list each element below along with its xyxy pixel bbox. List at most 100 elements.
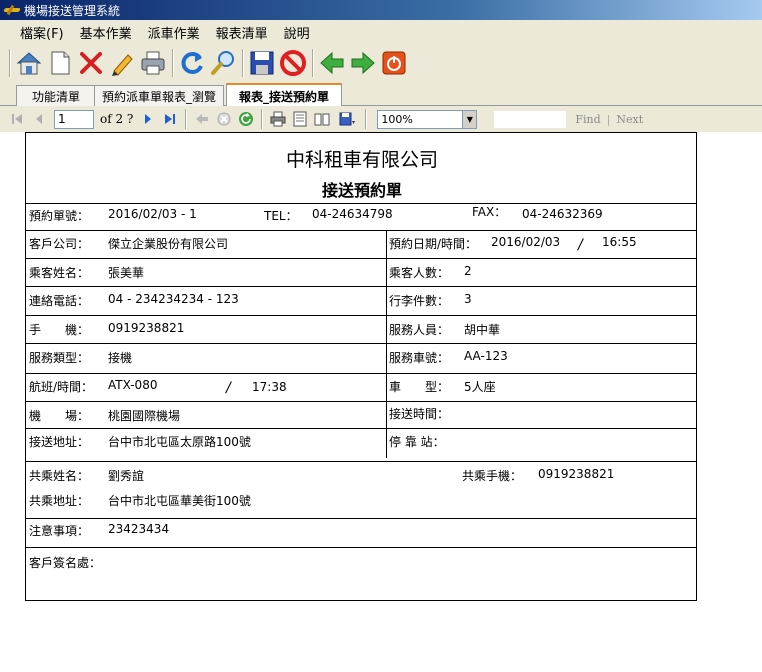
- co-passenger-name-label: 共乘姓名：: [29, 469, 90, 483]
- report-toolbar-separator: [185, 109, 188, 129]
- service-type-label: 服務類型：: [29, 351, 90, 365]
- address-value: 台中市北屯區太原路100號: [108, 435, 251, 449]
- passenger-count-label: 乘客人數：: [389, 266, 450, 280]
- print-layout-icon[interactable]: [291, 110, 309, 128]
- first-page-icon[interactable]: [8, 110, 26, 128]
- booking-datetime-label: 預約日期/時間：: [389, 237, 478, 251]
- report-rule: [26, 203, 696, 204]
- customer-value: 傑立企業股份有限公司: [108, 237, 229, 251]
- report-rule: [26, 230, 696, 231]
- refresh-report-icon[interactable]: [237, 110, 255, 128]
- next-icon[interactable]: [348, 48, 378, 78]
- zoom-select[interactable]: 100% ▼: [377, 109, 478, 129]
- chevron-down-icon[interactable]: ▼: [462, 110, 477, 128]
- cancel-icon[interactable]: [278, 48, 308, 78]
- print-report-icon[interactable]: [269, 110, 287, 128]
- tab-pickup-booking-report[interactable]: 報表_接送預約單: [226, 83, 342, 107]
- menu-dispatch[interactable]: 派車作業: [140, 23, 208, 42]
- fax-label: FAX：: [472, 205, 507, 219]
- report-rule: [26, 315, 696, 316]
- window-title-bar: 機場接送管理系統: [0, 0, 762, 20]
- last-page-icon[interactable]: [161, 110, 179, 128]
- toolbar-grip: [9, 49, 11, 77]
- menu-help[interactable]: 說明: [276, 23, 318, 42]
- page-setup-icon[interactable]: [313, 110, 331, 128]
- staff-value: 胡中華: [464, 323, 501, 337]
- address-label: 接送地址：: [29, 435, 90, 449]
- power-icon[interactable]: [379, 48, 409, 78]
- delete-icon[interactable]: [76, 48, 106, 78]
- car-no-value: AA-123: [464, 349, 508, 363]
- co-passenger-mobile-label: 共乘手機：: [462, 469, 523, 483]
- co-passenger-mobile-value: 0919238821: [538, 467, 615, 481]
- booking-report-page: 中科租車有限公司 接送預約單 預約單號： 2016/02/03 - 1 TEL：…: [25, 132, 697, 601]
- report-rule: [26, 401, 696, 402]
- phone-label: 連絡電話：: [29, 294, 90, 308]
- passenger-value: 張美華: [108, 266, 145, 280]
- report-rule: [26, 547, 696, 548]
- booking-no-label: 預約單號：: [29, 209, 90, 223]
- next-link[interactable]: Next: [616, 113, 643, 126]
- export-icon[interactable]: [335, 110, 359, 128]
- zoom-value: 100%: [381, 112, 413, 126]
- stop-icon[interactable]: [215, 110, 233, 128]
- find-link[interactable]: Find: [575, 113, 600, 126]
- tab-function-list[interactable]: 功能清單: [16, 85, 96, 106]
- previous-icon[interactable]: [317, 48, 347, 78]
- app-logo-icon: [4, 4, 20, 16]
- find-separator: |: [606, 112, 611, 126]
- flight-value: ATX-080: [108, 378, 158, 392]
- report-toolbar-separator: [261, 109, 264, 129]
- mobile-label: 手 機：: [29, 323, 90, 337]
- menu-bar: 檔案(F) 基本作業 派車作業 報表清單 說明: [0, 20, 762, 44]
- booking-time-value: 16:55: [602, 235, 637, 249]
- flight-label: 航班/時間：: [29, 380, 94, 394]
- datetime-slash: /: [578, 237, 583, 253]
- main-toolbar: [0, 44, 762, 82]
- menu-file[interactable]: 檔案(F): [12, 23, 72, 42]
- car-no-label: 服務車號：: [389, 351, 450, 365]
- previous-page-icon[interactable]: [30, 110, 48, 128]
- window-title: 機場接送管理系統: [24, 3, 121, 18]
- mobile-value: 0919238821: [108, 321, 185, 335]
- notes-value: 23423434: [108, 522, 170, 536]
- fax-value: 04-24632369: [522, 207, 603, 221]
- print-icon[interactable]: [138, 48, 168, 78]
- next-page-icon[interactable]: [139, 110, 157, 128]
- report-rule: [26, 428, 696, 429]
- report-rule: [26, 461, 696, 462]
- service-type-value: 接機: [108, 351, 133, 365]
- stop-label: 停 靠 站：: [389, 435, 445, 449]
- airport-value: 桃園國際機場: [108, 409, 181, 423]
- edit-pencil-icon[interactable]: [107, 48, 137, 78]
- staff-label: 服務人員：: [389, 323, 450, 337]
- find-input[interactable]: [493, 109, 568, 129]
- tab-strip: 功能清單 預約派車單報表_瀏覽 報表_接送預約單: [0, 82, 762, 107]
- refresh-icon[interactable]: [177, 48, 207, 78]
- notes-label: 注意事項：: [29, 524, 90, 538]
- report-rule: [26, 343, 696, 344]
- co-passenger-address-value: 台中市北屯區華美街100號: [108, 494, 251, 508]
- booking-no-value: 2016/02/03 - 1: [108, 207, 197, 221]
- flight-slash: /: [226, 380, 231, 396]
- signature-label: 客戶簽名處：: [29, 556, 102, 570]
- tab-booking-report-browse[interactable]: 預約派車單報表_瀏覽: [94, 85, 224, 106]
- menu-reports[interactable]: 報表清單: [208, 23, 276, 42]
- passenger-count-value: 2: [464, 264, 472, 278]
- page-count-label: of 2 ?: [100, 112, 134, 126]
- search-icon[interactable]: [208, 48, 238, 78]
- report-rule: [26, 373, 696, 374]
- back-icon[interactable]: [193, 110, 211, 128]
- home-icon[interactable]: [14, 48, 44, 78]
- menu-basic-operations[interactable]: 基本作業: [72, 23, 140, 42]
- flight-time-value: 17:38: [252, 380, 287, 394]
- report-rule: [26, 258, 696, 259]
- new-document-icon[interactable]: [45, 48, 75, 78]
- tel-value: 04-24634798: [312, 207, 393, 221]
- page-number-input[interactable]: 1: [54, 109, 94, 129]
- report-rule: [26, 286, 696, 287]
- save-icon[interactable]: [247, 48, 277, 78]
- airport-label: 機 場：: [29, 409, 90, 423]
- co-passenger-address-label: 共乘地址：: [29, 494, 90, 508]
- report-toolbar-separator: [365, 109, 368, 129]
